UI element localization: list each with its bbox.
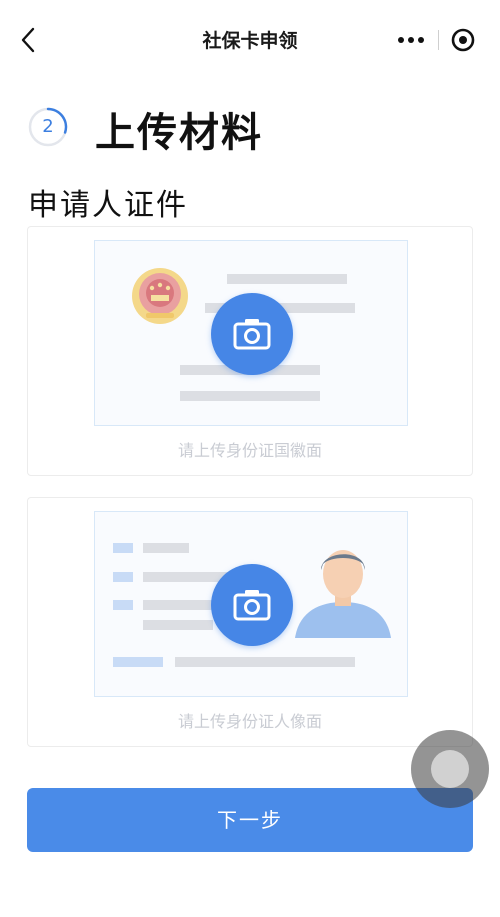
close-mini-program-button[interactable] <box>448 25 478 55</box>
portrait-icon <box>295 550 391 638</box>
national-emblem-icon <box>132 268 188 324</box>
step-title: 上传材料 <box>95 110 263 156</box>
upload-caption: 请上传身份证人像面 <box>177 712 322 731</box>
mini-program-capsule <box>386 22 486 58</box>
placeholder-line <box>227 274 347 284</box>
upload-id-emblem-side[interactable]: 请上传身份证国徽面 <box>27 226 473 476</box>
placeholder-label <box>113 657 163 667</box>
more-dots-icon <box>398 37 404 43</box>
more-dot <box>408 37 414 43</box>
placeholder-line <box>143 543 189 553</box>
camera-button[interactable] <box>211 293 293 375</box>
placeholder-label <box>113 543 133 553</box>
placeholder-line <box>175 657 355 667</box>
camera-icon <box>233 319 271 350</box>
more-dot <box>418 37 424 43</box>
camera-icon <box>233 590 271 621</box>
section-title: 申请人证件 <box>28 188 188 223</box>
step-indicator: 2 <box>27 106 69 148</box>
step-number: 2 <box>42 116 54 137</box>
id-card-placeholder <box>94 511 408 697</box>
placeholder-label <box>113 600 133 610</box>
id-card-placeholder <box>94 240 408 426</box>
next-step-button[interactable]: 下一步 <box>27 788 473 852</box>
assistive-touch-button[interactable] <box>411 730 489 808</box>
assistive-touch-icon <box>431 750 469 788</box>
navigation-bar: 社保卡申领 <box>0 0 500 80</box>
camera-button[interactable] <box>211 564 293 646</box>
placeholder-line <box>180 391 320 401</box>
placeholder-label <box>113 572 133 582</box>
upload-id-portrait-side[interactable]: 请上传身份证人像面 <box>27 497 473 747</box>
upload-caption: 请上传身份证国徽面 <box>177 441 322 460</box>
capsule-divider <box>438 30 439 50</box>
placeholder-line <box>143 620 213 630</box>
more-button[interactable] <box>386 22 436 58</box>
target-circle-icon <box>451 28 475 52</box>
